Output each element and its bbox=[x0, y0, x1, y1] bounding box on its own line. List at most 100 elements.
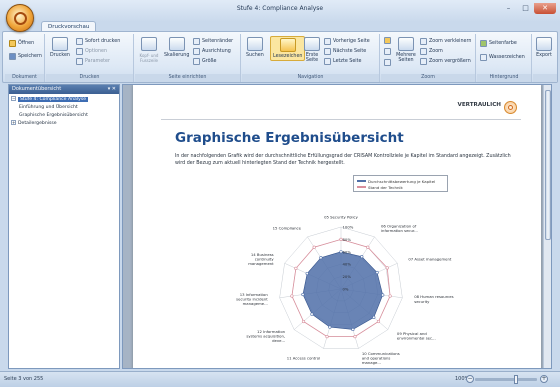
series-point bbox=[381, 293, 385, 297]
magnifier-tool[interactable] bbox=[384, 59, 393, 66]
title-bar: Stufe 4: Compliance Analyse – □ ✕ bbox=[0, 0, 560, 22]
zoom-out-small-button[interactable]: − bbox=[466, 375, 474, 383]
outline-item-graphische-ergebnisuebersicht[interactable]: Graphische Ergebnisübersicht bbox=[9, 112, 119, 120]
print-preview-area[interactable]: VERTRAULICH Graphische Ergebnisübersicht… bbox=[122, 84, 552, 369]
category-label: 06 Organization of information secur... bbox=[381, 223, 418, 233]
category-label: 05 Security Policy bbox=[324, 214, 359, 219]
outline-item-einfuehrung[interactable]: Einführung und Übersicht bbox=[9, 104, 119, 112]
zoom-button[interactable]: Zoom bbox=[420, 48, 443, 55]
status-bar: Seite 3 von 255 100% − + bbox=[0, 371, 560, 387]
size-button[interactable]: Größe bbox=[193, 58, 217, 65]
bookmarks-button[interactable]: Lesezeichen bbox=[270, 36, 306, 61]
legend-swatch-state-of-art bbox=[357, 186, 366, 188]
group-hintergrund: Seitenfarbe Wasserzeichen Hintergrund bbox=[477, 34, 532, 82]
maximize-button[interactable]: □ bbox=[517, 3, 534, 14]
series-point bbox=[385, 266, 389, 270]
print-button[interactable]: Drucken bbox=[50, 37, 70, 58]
confidential-label: VERTRAULICH bbox=[457, 102, 501, 108]
previous-page-button[interactable]: Vorherige Seite bbox=[324, 38, 370, 45]
search-icon bbox=[246, 37, 263, 51]
vertical-scrollbar[interactable] bbox=[543, 85, 551, 368]
parameters-button[interactable]: Parameter bbox=[76, 58, 110, 65]
group-label: Seite einrichten bbox=[135, 74, 240, 82]
outline-item-stufe-4[interactable]: − Stufe 4: Compliance Analyse bbox=[9, 96, 119, 104]
header-footer-icon bbox=[141, 37, 157, 51]
outline-tree: − Stufe 4: Compliance Analyse Einführung … bbox=[9, 94, 119, 128]
radial-tick-label: 0% bbox=[343, 287, 349, 292]
group-label: Zoom bbox=[381, 74, 475, 82]
zoom-in-small-button[interactable]: + bbox=[540, 375, 548, 383]
export-button[interactable]: Export bbox=[536, 37, 552, 58]
document-outline-pane: Dokumentübersicht ▾ ✕ − Stufe 4: Complian… bbox=[8, 84, 120, 369]
zoom-slider[interactable] bbox=[475, 378, 537, 381]
options-button[interactable]: Optionen bbox=[76, 48, 107, 55]
radial-tick-label: 40% bbox=[343, 262, 352, 267]
chart-legend: Durchschnittsbewertung je Kapitel Stand … bbox=[353, 175, 448, 192]
document-page: VERTRAULICH Graphische Ergebnisübersicht… bbox=[133, 85, 541, 368]
scaling-button[interactable]: Skalierung bbox=[164, 37, 189, 58]
save-icon bbox=[9, 53, 16, 60]
zoom-out-button[interactable]: Zoom verkleinern bbox=[420, 38, 471, 45]
group-zoom: Mehrere Seiten Zoom verkleinern Zoom Zoo… bbox=[381, 34, 476, 82]
application-menu-button[interactable] bbox=[6, 4, 34, 32]
series-point bbox=[301, 319, 306, 324]
page-color-button[interactable]: Seitenfarbe bbox=[480, 40, 517, 47]
header-footer-button[interactable]: Kopf- und Fusszeile bbox=[137, 37, 161, 63]
series-point bbox=[366, 245, 370, 249]
scrollbar-thumb[interactable] bbox=[545, 90, 551, 240]
series-point bbox=[351, 327, 355, 332]
folder-open-icon bbox=[9, 40, 16, 47]
hand-tool[interactable] bbox=[384, 48, 393, 55]
collapse-icon[interactable]: − bbox=[11, 96, 16, 101]
magnifier-icon bbox=[384, 59, 391, 66]
window-title: Stufe 4: Compliance Analyse bbox=[236, 5, 324, 12]
multiple-pages-button[interactable]: Mehrere Seiten bbox=[396, 37, 416, 63]
page-size-icon bbox=[193, 58, 200, 65]
series-point bbox=[310, 312, 314, 316]
series-point bbox=[301, 292, 305, 297]
category-label: 11 Access control bbox=[287, 355, 320, 360]
outline-item-detailergebnisse[interactable]: + Detailergebnisse bbox=[9, 120, 119, 128]
group-label: Drucken bbox=[46, 74, 133, 82]
export-icon bbox=[536, 37, 552, 51]
radial-tick-label: 60% bbox=[343, 249, 352, 254]
series-point bbox=[353, 334, 357, 339]
scaling-icon bbox=[168, 37, 185, 51]
zoom-in-button[interactable]: Zoom vergrößern bbox=[420, 58, 471, 65]
search-button[interactable]: Suchen bbox=[246, 37, 264, 58]
expand-icon[interactable]: + bbox=[11, 120, 16, 125]
open-button[interactable]: Öffnen bbox=[9, 40, 34, 47]
first-page-button[interactable]: Erste Seite bbox=[304, 37, 320, 63]
orientation-button[interactable]: Ausrichtung bbox=[193, 48, 231, 55]
radial-tick-label: 100% bbox=[343, 225, 354, 230]
quick-print-button[interactable]: Sofort drucken bbox=[76, 38, 120, 45]
margins-icon bbox=[193, 38, 200, 45]
save-button[interactable]: Speichern bbox=[9, 53, 42, 60]
last-page-button[interactable]: Letzte Seite bbox=[324, 58, 361, 65]
category-label: 08 Human resources security bbox=[414, 294, 453, 304]
legend-item-average: Durchschnittsbewertung je Kapitel bbox=[357, 178, 444, 184]
app-logo-icon bbox=[14, 12, 27, 25]
category-label: 15 Compliance bbox=[273, 226, 302, 231]
orientation-icon bbox=[193, 48, 200, 55]
margins-button[interactable]: Seitenränder bbox=[193, 38, 233, 45]
group-label: Navigation bbox=[242, 74, 379, 82]
quick-print-icon bbox=[76, 38, 83, 45]
series-point bbox=[325, 334, 329, 339]
intro-paragraph: In der nachfolgenden Grafik wird der dur… bbox=[175, 154, 511, 166]
pane-controls[interactable]: ▾ ✕ bbox=[108, 85, 116, 94]
window-controls: – □ ✕ bbox=[500, 3, 556, 14]
series-point bbox=[290, 294, 294, 298]
pointer-tool[interactable] bbox=[384, 37, 393, 44]
close-button[interactable]: ✕ bbox=[534, 3, 556, 14]
previous-page-icon bbox=[324, 38, 331, 45]
minimize-button[interactable]: – bbox=[500, 3, 517, 14]
zoom-slider-thumb[interactable] bbox=[514, 375, 518, 384]
logo-mark bbox=[508, 105, 513, 110]
group-export: Export bbox=[533, 34, 557, 82]
next-page-button[interactable]: Nächste Seite bbox=[324, 48, 366, 55]
watermark-button[interactable]: Wasserzeichen bbox=[480, 54, 525, 61]
radial-tick-label: 20% bbox=[343, 274, 352, 279]
legend-item-state-of-art: Stand der Technik bbox=[357, 184, 444, 190]
category-label: 12 Information systems acquisition, deve..… bbox=[246, 329, 285, 343]
